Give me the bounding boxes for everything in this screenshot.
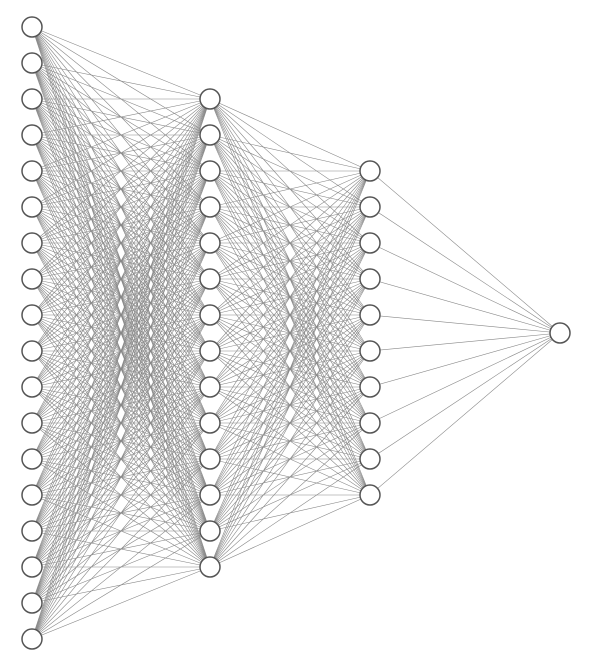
node-hidden1-7 [200, 341, 220, 361]
node-input-6 [22, 233, 42, 253]
node-hidden1-9 [200, 413, 220, 433]
node-hidden1-4 [200, 233, 220, 253]
node-hidden1-3 [200, 197, 220, 217]
node-input-17 [22, 629, 42, 649]
node-input-8 [22, 305, 42, 325]
node-input-16 [22, 593, 42, 613]
edges-group [32, 27, 560, 639]
edge [370, 333, 560, 459]
node-hidden2-3 [360, 269, 380, 289]
node-hidden2-6 [360, 377, 380, 397]
node-hidden2-1 [360, 197, 380, 217]
edge [370, 333, 560, 351]
edge [210, 171, 370, 567]
node-input-14 [22, 521, 42, 541]
node-hidden1-0 [200, 89, 220, 109]
node-hidden1-11 [200, 485, 220, 505]
node-hidden2-5 [360, 341, 380, 361]
edge [210, 495, 370, 567]
node-hidden2-2 [360, 233, 380, 253]
node-input-2 [22, 89, 42, 109]
node-input-12 [22, 449, 42, 469]
nodes-group [22, 17, 570, 649]
node-hidden1-5 [200, 269, 220, 289]
edge [210, 99, 370, 171]
node-hidden1-2 [200, 161, 220, 181]
node-hidden1-1 [200, 125, 220, 145]
neural-network-diagram [0, 0, 600, 666]
node-input-9 [22, 341, 42, 361]
node-hidden1-12 [200, 521, 220, 541]
node-input-4 [22, 161, 42, 181]
node-input-11 [22, 413, 42, 433]
edge [370, 333, 560, 423]
node-input-1 [22, 53, 42, 73]
edge [370, 279, 560, 333]
edge [370, 171, 560, 333]
node-input-13 [22, 485, 42, 505]
edge [370, 315, 560, 333]
node-hidden2-7 [360, 413, 380, 433]
node-hidden1-8 [200, 377, 220, 397]
node-hidden2-8 [360, 449, 380, 469]
edge [370, 333, 560, 495]
node-input-0 [22, 17, 42, 37]
node-input-7 [22, 269, 42, 289]
node-input-15 [22, 557, 42, 577]
node-input-10 [22, 377, 42, 397]
node-hidden1-10 [200, 449, 220, 469]
edge [370, 243, 560, 333]
node-input-5 [22, 197, 42, 217]
edge [370, 207, 560, 333]
edge [370, 333, 560, 387]
node-hidden2-0 [360, 161, 380, 181]
node-hidden2-4 [360, 305, 380, 325]
node-hidden2-9 [360, 485, 380, 505]
node-hidden1-6 [200, 305, 220, 325]
node-hidden1-13 [200, 557, 220, 577]
node-input-3 [22, 125, 42, 145]
node-output-0 [550, 323, 570, 343]
edge [32, 567, 210, 639]
edge [32, 27, 210, 99]
